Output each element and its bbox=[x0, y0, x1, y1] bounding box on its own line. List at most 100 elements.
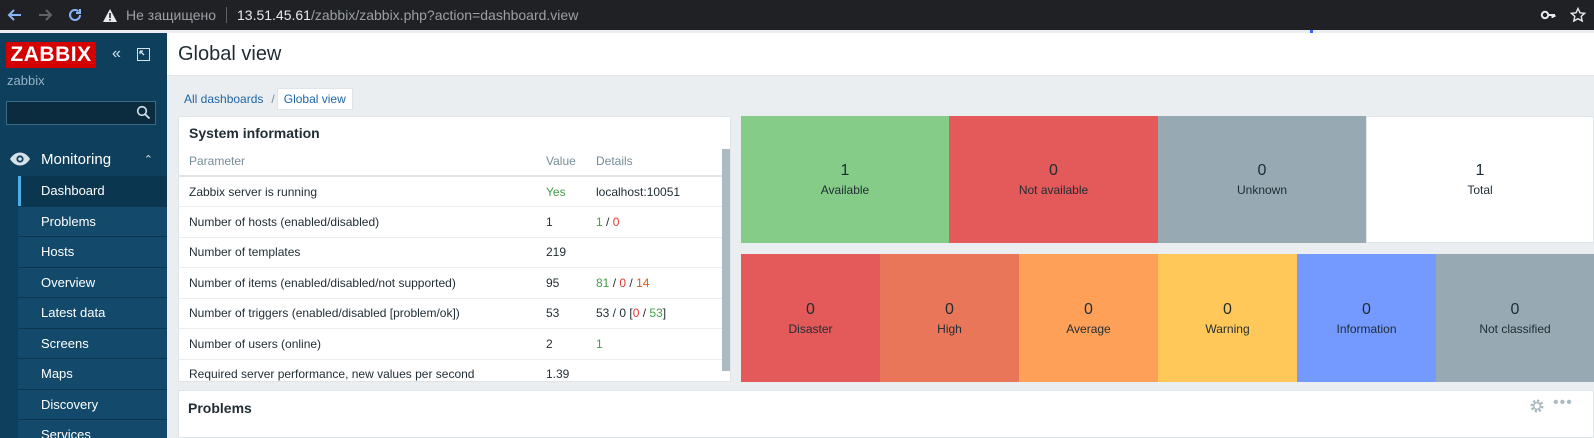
severity-average[interactable]: 0 Average bbox=[1019, 254, 1158, 382]
table-header-row: Parameter Value Details bbox=[179, 147, 722, 177]
severity-disaster[interactable]: 0 Disaster bbox=[741, 254, 880, 382]
tile-label: Information bbox=[1336, 321, 1397, 336]
severity-information[interactable]: 0 Information bbox=[1297, 254, 1436, 382]
system-information-widget: System information Parameter Value Detai… bbox=[178, 116, 731, 382]
column-header-details: Details bbox=[596, 147, 722, 177]
security-status[interactable]: Не защищено bbox=[126, 7, 216, 23]
tile-count: 0 bbox=[1223, 300, 1232, 318]
widget-title: System information bbox=[189, 125, 320, 141]
tile-label: Average bbox=[1066, 321, 1111, 336]
collapse-sidebar-icon[interactable]: « bbox=[112, 45, 121, 63]
sidebar-item-maps[interactable]: Maps bbox=[18, 359, 167, 390]
value-cell: 53 bbox=[546, 298, 596, 329]
key-icon[interactable] bbox=[1540, 7, 1556, 23]
param-cell: Number of triggers (enabled/disabled [pr… bbox=[179, 298, 546, 329]
details-cell: 1 bbox=[596, 328, 722, 360]
details-sep: / bbox=[639, 306, 650, 321]
disabled-count: 0 bbox=[612, 214, 620, 229]
url-path: /zabbix/zabbix.php?action=dashboard.view bbox=[310, 7, 579, 23]
column-header-parameter: Parameter bbox=[179, 147, 546, 177]
enabled-count: 81 bbox=[596, 275, 610, 290]
tile-count: 1 bbox=[840, 162, 850, 179]
menu-label: Screens bbox=[41, 335, 89, 351]
table-row: Required server performance, new values … bbox=[179, 359, 722, 381]
tile-count: 0 bbox=[1049, 162, 1058, 179]
tile-label: Warning bbox=[1205, 321, 1250, 336]
tile-label: Total bbox=[1467, 183, 1493, 197]
sidebar-section-monitoring[interactable]: Monitoring ⌃ bbox=[0, 142, 167, 176]
severity-warning[interactable]: 0 Warning bbox=[1158, 254, 1297, 382]
address-bar[interactable]: Не защищено 13.51.45.61 /zabbix/zabbix.p… bbox=[94, 0, 578, 30]
url-host: 13.51.45.61 bbox=[237, 7, 311, 23]
value-cell: 1 bbox=[546, 206, 596, 238]
sidebar: ZABBIX « zabbix Monitoring ⌃ Dashboard P… bbox=[0, 33, 167, 438]
menu-label: Maps bbox=[41, 366, 73, 382]
table-row: Number of templates 219 bbox=[179, 237, 722, 268]
page-header: Global view bbox=[167, 33, 1594, 76]
star-icon[interactable] bbox=[1570, 7, 1586, 23]
kiosk-mode-icon[interactable] bbox=[137, 48, 150, 61]
menu-label: Dashboard bbox=[41, 183, 105, 199]
menu-label: Services bbox=[41, 427, 91, 438]
value-cell: 219 bbox=[546, 237, 596, 268]
server-name: zabbix bbox=[7, 73, 45, 88]
sidebar-item-hosts[interactable]: Hosts bbox=[18, 237, 167, 268]
sidebar-search-input[interactable] bbox=[6, 101, 156, 125]
breadcrumb-separator: / bbox=[271, 92, 275, 106]
menu-label: Hosts bbox=[41, 244, 75, 260]
sidebar-item-problems[interactable]: Problems bbox=[18, 206, 167, 237]
details-cell: 53 / 0 [0 / 53] bbox=[596, 298, 722, 329]
table-row: Number of hosts (enabled/disabled) 1 1 /… bbox=[179, 206, 722, 238]
sidebar-item-dashboard[interactable]: Dashboard bbox=[18, 176, 167, 207]
severity-high[interactable]: 0 High bbox=[880, 254, 1019, 382]
back-button[interactable] bbox=[0, 0, 30, 30]
value-cell: 1.39 bbox=[546, 359, 596, 381]
details-suffix: ] bbox=[662, 306, 667, 321]
tile-label: Unknown bbox=[1236, 183, 1288, 197]
sidebar-item-overview[interactable]: Overview bbox=[18, 267, 167, 298]
value-cell: Yes bbox=[546, 176, 596, 207]
availability-available[interactable]: 1 Available bbox=[741, 116, 949, 243]
main-content: Global view All dashboards / Global view… bbox=[167, 33, 1594, 438]
menu-label: Overview bbox=[41, 274, 96, 290]
system-info-table: Parameter Value Details Zabbix server is… bbox=[179, 147, 722, 381]
details-prefix: 53 / 0 [ bbox=[596, 306, 633, 321]
tile-count: 1 bbox=[1475, 162, 1485, 179]
tile-count: 0 bbox=[945, 300, 954, 318]
arrow-right-icon bbox=[39, 9, 53, 21]
sidebar-item-services[interactable]: Services bbox=[18, 420, 167, 438]
availability-unknown[interactable]: 0 Unknown bbox=[1158, 116, 1366, 243]
forward-button[interactable] bbox=[30, 0, 60, 30]
warning-icon bbox=[103, 8, 117, 22]
tile-count: 0 bbox=[1257, 162, 1267, 179]
availability-total[interactable]: 1 Total bbox=[1366, 116, 1594, 243]
widget-scrollbar[interactable] bbox=[722, 149, 730, 371]
table-row: Zabbix server is running Yes localhost:1… bbox=[179, 176, 722, 207]
value-cell: 95 bbox=[546, 267, 596, 299]
chevron-up-icon: ⌃ bbox=[143, 153, 153, 166]
gear-icon[interactable] bbox=[1529, 398, 1545, 414]
page-title: Global view bbox=[178, 43, 282, 65]
eye-icon bbox=[10, 152, 30, 166]
param-cell: Zabbix server is running bbox=[179, 176, 546, 207]
reload-button[interactable] bbox=[60, 0, 90, 30]
widget-title: Problems bbox=[188, 400, 252, 416]
sidebar-item-screens[interactable]: Screens bbox=[18, 328, 167, 359]
more-options-icon[interactable]: ••• bbox=[1553, 394, 1573, 412]
tile-count: 0 bbox=[806, 300, 815, 318]
zabbix-logo[interactable]: ZABBIX bbox=[6, 42, 96, 68]
details-cell bbox=[596, 359, 722, 381]
breadcrumb-all-dashboards[interactable]: All dashboards bbox=[178, 89, 269, 109]
search-icon[interactable] bbox=[136, 105, 151, 120]
param-cell: Number of users (online) bbox=[179, 328, 546, 360]
param-cell: Number of hosts (enabled/disabled) bbox=[179, 206, 546, 238]
severity-not-classified[interactable]: 0 Not classified bbox=[1436, 254, 1594, 382]
sidebar-item-discovery[interactable]: Discovery bbox=[18, 389, 167, 420]
column-header-value: Value bbox=[546, 147, 596, 177]
details-cell: 81 / 0 / 14 bbox=[596, 267, 722, 299]
problems-widget: Problems ••• bbox=[178, 390, 1594, 438]
details-cell: localhost:10051 bbox=[596, 176, 722, 207]
availability-not-available[interactable]: 0 Not available bbox=[949, 116, 1158, 243]
sidebar-item-latest-data[interactable]: Latest data bbox=[18, 298, 167, 329]
breadcrumb-current[interactable]: Global view bbox=[276, 88, 353, 110]
